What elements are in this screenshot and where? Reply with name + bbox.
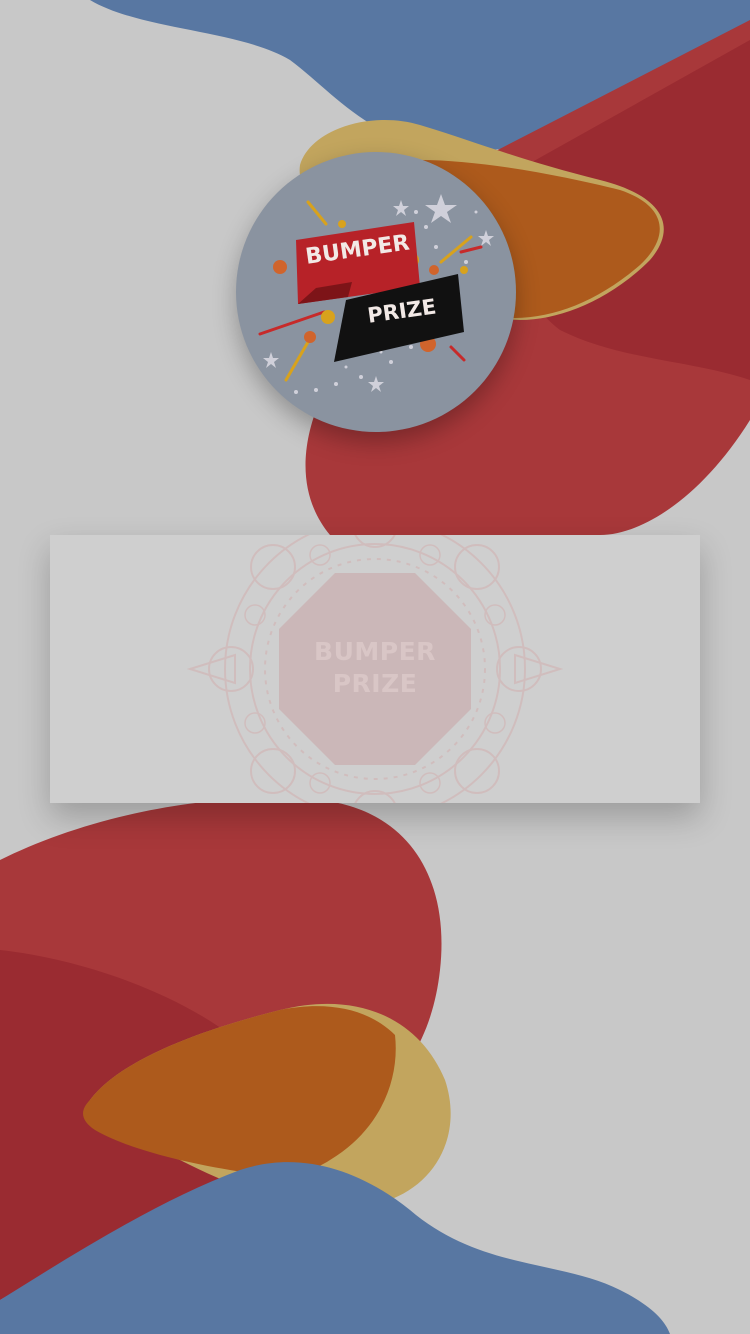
star-icon — [393, 200, 409, 216]
badge-art — [258, 194, 494, 394]
card-label-line-2: PRIZE — [332, 669, 418, 698]
scratch-card-screen: BUMPER PRIZE BUMPER PRIZE — [0, 0, 750, 1334]
scratch-card[interactable]: BUMPER PRIZE — [50, 535, 700, 803]
star-icon — [425, 194, 457, 223]
star-icon — [368, 376, 384, 392]
star-icon — [263, 352, 279, 368]
star-icon — [478, 230, 494, 246]
card-label-line-1: BUMPER — [314, 637, 436, 666]
bumper-prize-badge: BUMPER PRIZE — [236, 152, 516, 432]
